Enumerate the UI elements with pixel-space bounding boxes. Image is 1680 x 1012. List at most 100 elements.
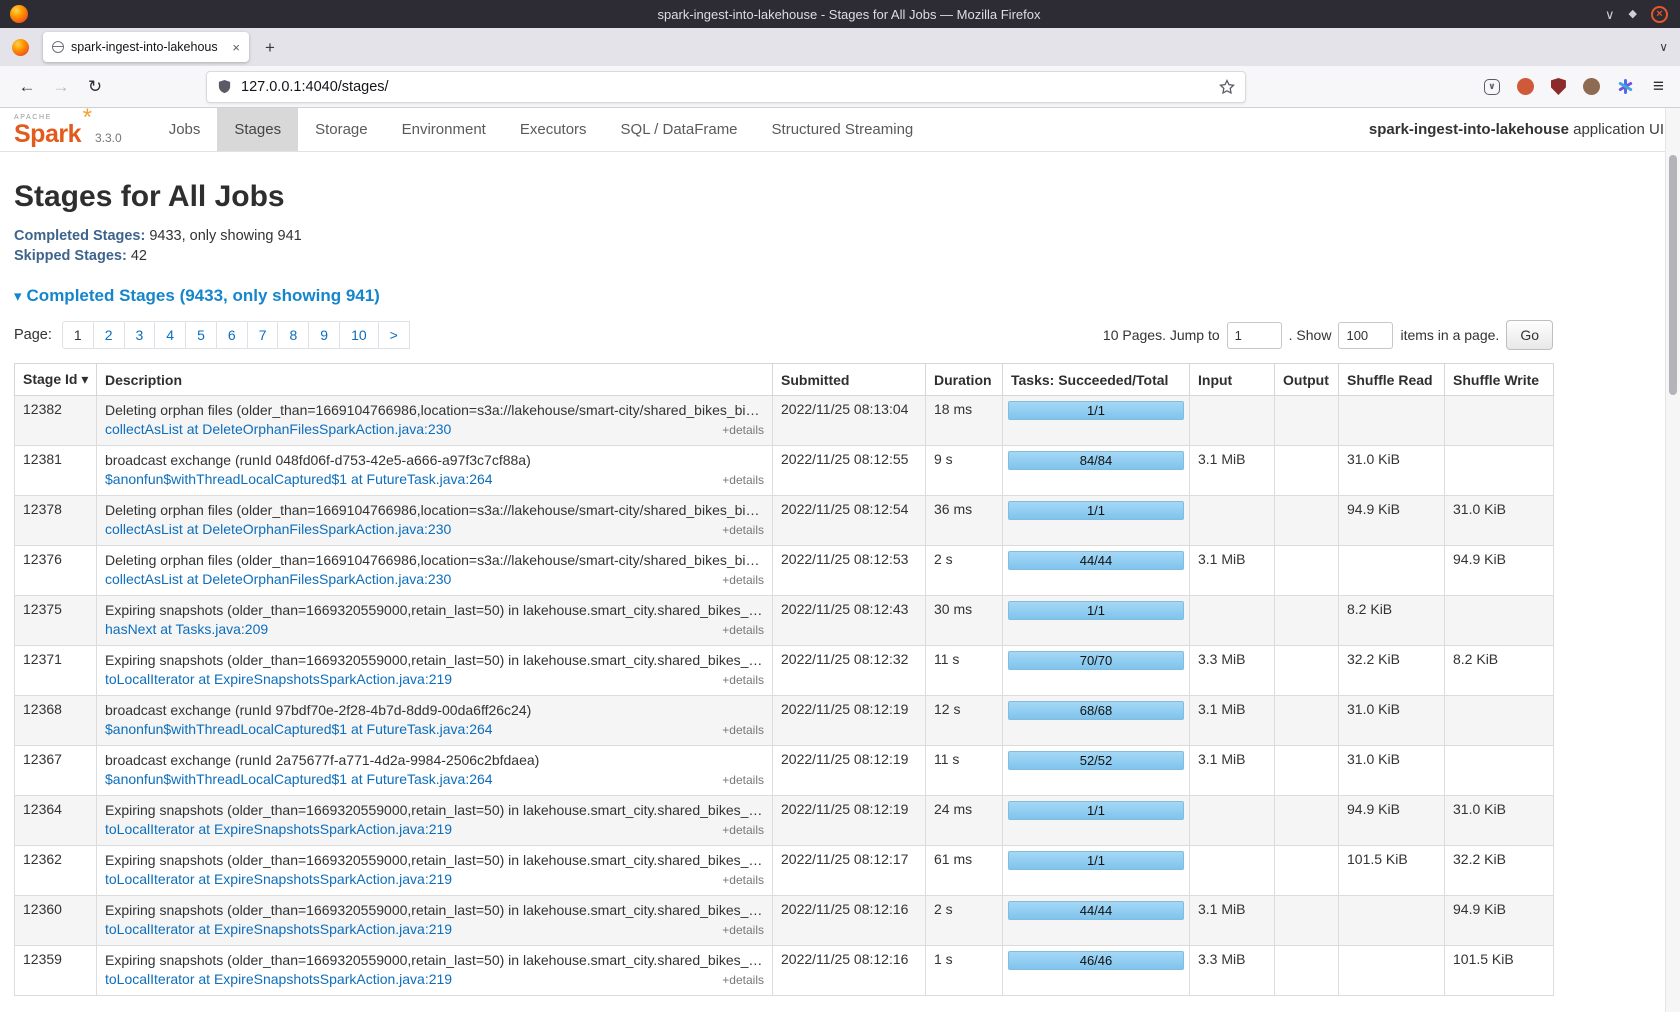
stage-callsite-link[interactable]: toLocalIterator at ExpireSnapshotsSparkA… — [105, 870, 452, 889]
go-button[interactable]: Go — [1506, 320, 1553, 350]
nav-tab-executors[interactable]: Executors — [503, 108, 604, 151]
pagination-row: Page: 1 2345678910> 10 Pages. Jump to . … — [14, 320, 1553, 350]
stage-callsite-link[interactable]: toLocalIterator at ExpireSnapshotsSparkA… — [105, 920, 452, 939]
browser-tab[interactable]: spark-ingest-into-lakehous × — [43, 32, 249, 62]
menu-button[interactable]: ≡ — [1653, 76, 1664, 98]
scrollbar-thumb[interactable] — [1669, 155, 1677, 395]
header-shuffle-read[interactable]: Shuffle Read — [1339, 364, 1445, 396]
page-button[interactable]: 4 — [154, 321, 186, 349]
scrollbar-track[interactable] — [1665, 108, 1680, 1012]
completed-stages-section-header[interactable]: ▾Completed Stages (9433, only showing 94… — [14, 286, 1553, 306]
new-tab-button[interactable]: + — [265, 39, 275, 56]
tab-list-chevron-icon[interactable]: ∨ — [1659, 40, 1668, 54]
page-button[interactable]: 7 — [247, 321, 279, 349]
stage-callsite-link[interactable]: toLocalIterator at ExpireSnapshotsSparkA… — [105, 970, 452, 989]
firefox-view-button[interactable] — [12, 39, 29, 56]
account-avatar-icon[interactable] — [1583, 78, 1600, 95]
details-toggle[interactable]: +details — [722, 771, 764, 790]
details-toggle[interactable]: +details — [722, 471, 764, 490]
submitted-cell: 2022/11/25 08:12:43 — [773, 596, 926, 646]
submitted-cell: 2022/11/25 08:12:53 — [773, 546, 926, 596]
stage-callsite-link[interactable]: toLocalIterator at ExpireSnapshotsSparkA… — [105, 670, 452, 689]
details-toggle[interactable]: +details — [722, 971, 764, 990]
input-cell: 3.1 MiB — [1190, 446, 1275, 496]
header-description[interactable]: Description — [97, 364, 773, 396]
output-cell — [1275, 446, 1339, 496]
page-size-input[interactable] — [1338, 322, 1393, 349]
close-icon: × — [1656, 9, 1662, 20]
details-toggle[interactable]: +details — [722, 871, 764, 890]
stage-callsite-link[interactable]: collectAsList at DeleteOrphanFilesSparkA… — [105, 520, 451, 539]
details-toggle[interactable]: +details — [722, 721, 764, 740]
input-cell: 3.1 MiB — [1190, 696, 1275, 746]
tab-close-button[interactable]: × — [232, 41, 240, 54]
tab-favicon-icon — [52, 41, 64, 53]
stage-callsite-link[interactable]: toLocalIterator at ExpireSnapshotsSparkA… — [105, 820, 452, 839]
forward-button[interactable]: → — [46, 72, 76, 102]
stage-callsite-link[interactable]: collectAsList at DeleteOrphanFilesSparkA… — [105, 420, 451, 439]
stage-callsite-link[interactable]: hasNext at Tasks.java:209 — [105, 620, 268, 639]
details-toggle[interactable]: +details — [722, 421, 764, 440]
details-toggle[interactable]: +details — [722, 921, 764, 940]
page-button[interactable]: > — [378, 321, 410, 349]
duration-cell: 11 s — [926, 746, 1003, 796]
header-shuffle-write[interactable]: Shuffle Write — [1445, 364, 1554, 396]
nav-tab-jobs[interactable]: Jobs — [152, 108, 218, 151]
stage-callsite-link[interactable]: $anonfun$withThreadLocalCaptured$1 at Fu… — [105, 770, 493, 789]
extension-pinwheel-icon[interactable] — [1617, 78, 1634, 95]
reload-button[interactable]: ↻ — [80, 72, 110, 102]
details-toggle[interactable]: +details — [722, 571, 764, 590]
nav-tab-environment[interactable]: Environment — [385, 108, 503, 151]
bookmark-star-icon[interactable] — [1219, 79, 1235, 95]
shield-icon[interactable] — [217, 79, 232, 94]
table-row: 12371 Expiring snapshots (older_than=166… — [15, 646, 1554, 696]
items-label: items in a page. — [1400, 327, 1499, 343]
window-maximize-button[interactable]: ◆ — [1629, 9, 1637, 20]
shuffle-read-cell: 94.9 KiB — [1339, 796, 1445, 846]
page-button[interactable]: 9 — [308, 321, 340, 349]
header-duration[interactable]: Duration — [926, 364, 1003, 396]
spark-logo[interactable]: APACHE Spark * — [14, 114, 81, 146]
jump-page-input[interactable] — [1227, 322, 1282, 349]
output-cell — [1275, 846, 1339, 896]
header-submitted[interactable]: Submitted — [773, 364, 926, 396]
stage-id-cell: 12367 — [15, 746, 97, 796]
stage-callsite-link[interactable]: $anonfun$withThreadLocalCaptured$1 at Fu… — [105, 470, 493, 489]
details-toggle[interactable]: +details — [722, 521, 764, 540]
nav-tab-stages[interactable]: Stages — [217, 108, 298, 151]
page-button[interactable]: 8 — [277, 321, 309, 349]
window-minimize-button[interactable]: ∨ — [1605, 8, 1615, 21]
stage-callsite-link[interactable]: $anonfun$withThreadLocalCaptured$1 at Fu… — [105, 720, 493, 739]
page-button[interactable]: 2 — [93, 321, 125, 349]
page-button-current[interactable]: 1 — [62, 321, 94, 349]
details-toggle[interactable]: +details — [722, 621, 764, 640]
shuffle-write-cell: 94.9 KiB — [1445, 546, 1554, 596]
page-button[interactable]: 6 — [216, 321, 248, 349]
page-button[interactable]: 5 — [185, 321, 217, 349]
table-row: 12382 Deleting orphan files (older_than=… — [15, 396, 1554, 446]
header-input[interactable]: Input — [1190, 364, 1275, 396]
page-button[interactable]: 10 — [339, 321, 379, 349]
details-toggle[interactable]: +details — [722, 671, 764, 690]
output-cell — [1275, 396, 1339, 446]
stage-description: broadcast exchange (runId 97bdf70e-2f28-… — [105, 701, 764, 720]
nav-tab-sql-dataframe[interactable]: SQL / DataFrame — [604, 108, 755, 151]
header-tasks[interactable]: Tasks: Succeeded/Total — [1003, 364, 1190, 396]
extension-avatar-icon[interactable] — [1517, 78, 1534, 95]
page-button[interactable]: 3 — [124, 321, 156, 349]
nav-tab-structured-streaming[interactable]: Structured Streaming — [755, 108, 931, 151]
header-output[interactable]: Output — [1275, 364, 1339, 396]
page-navigation: Page: 1 2345678910> — [14, 321, 410, 349]
back-button[interactable]: ← — [12, 72, 42, 102]
stage-callsite-link[interactable]: collectAsList at DeleteOrphanFilesSparkA… — [105, 570, 451, 589]
window-close-button[interactable]: × — [1651, 6, 1668, 23]
header-stage-id[interactable]: Stage Id ▾ — [15, 364, 97, 396]
url-bar[interactable]: 127.0.0.1:4040/stages/ — [206, 71, 1246, 103]
tasks-cell: 1/1 — [1003, 396, 1190, 446]
duration-cell: 2 s — [926, 546, 1003, 596]
details-toggle[interactable]: +details — [722, 821, 764, 840]
duration-cell: 24 ms — [926, 796, 1003, 846]
nav-tab-storage[interactable]: Storage — [298, 108, 385, 151]
ublock-shield-icon[interactable] — [1551, 78, 1566, 95]
pocket-icon[interactable]: ∨ — [1484, 79, 1500, 95]
